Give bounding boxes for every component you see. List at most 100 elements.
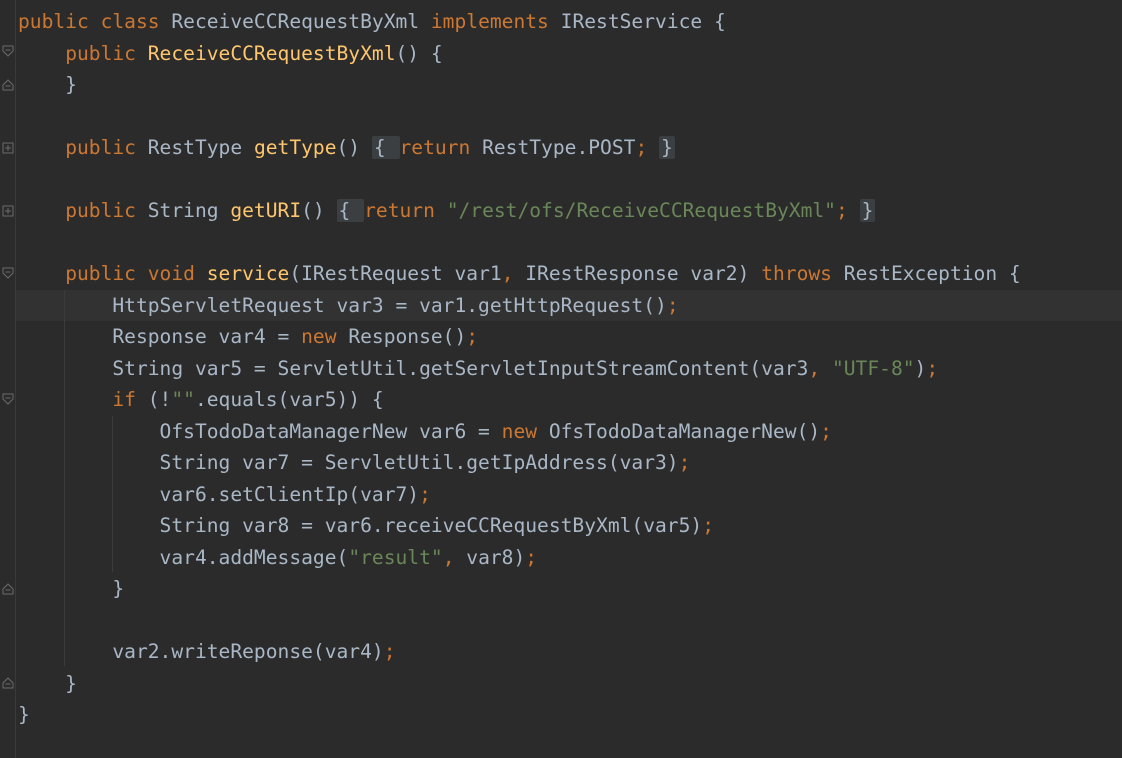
- code-token: }: [18, 703, 30, 726]
- code-token: public: [65, 262, 148, 285]
- code-token: "/rest/ofs/ReceiveCCRequestByXml": [446, 199, 836, 222]
- code-line[interactable]: String var7 = ServletUtil.getIpAddress(v…: [18, 447, 691, 478]
- folded-region-marker: {: [336, 199, 365, 222]
- code-token: getType: [253, 136, 337, 159]
- code-token: () {: [395, 41, 443, 65]
- code-line[interactable]: String var8 = var6.receiveCCRequestByXml…: [18, 510, 714, 541]
- code-token: }: [18, 671, 77, 695]
- code-token: IRestResponse var2): [525, 262, 762, 285]
- code-token: Response var4 =: [18, 325, 302, 348]
- fold-close-icon[interactable]: [2, 78, 14, 91]
- code-token: RestType: [147, 136, 254, 159]
- code-token: class: [100, 10, 172, 33]
- code-line[interactable]: public void service(IRestRequest var1, I…: [18, 258, 1021, 289]
- fold-open-icon[interactable]: [2, 393, 14, 406]
- fold-close-icon[interactable]: [2, 582, 14, 595]
- code-line[interactable]: if (!"".equals(var5)) {: [18, 384, 384, 415]
- code-line[interactable]: var2.writeReponse(var4);: [18, 636, 396, 667]
- code-token: ;: [666, 293, 679, 317]
- code-line[interactable]: String var5 = ServletUtil.getServletInpu…: [18, 353, 938, 384]
- editor-gutter: [0, 0, 16, 758]
- code-token: public: [65, 136, 148, 159]
- code-token: Response(): [348, 325, 467, 348]
- code-token: implements: [430, 10, 561, 33]
- code-token: return: [364, 199, 447, 222]
- code-token: ;: [820, 419, 832, 443]
- code-token: ,: [442, 545, 467, 569]
- code-token: OfsTodoDataManagerNew(): [548, 419, 821, 443]
- code-token: String var8 = var6.receiveCCRequestByXml…: [18, 514, 703, 537]
- code-token: ;: [466, 325, 479, 348]
- code-token: (IRestRequest var1: [289, 262, 502, 285]
- code-line[interactable]: Response var4 = new Response();: [18, 321, 478, 352]
- code-token: ,: [808, 356, 832, 380]
- code-token: throws: [761, 262, 844, 285]
- folded-region-marker: {: [371, 136, 400, 159]
- code-token: ;: [702, 514, 714, 537]
- code-token: HttpServletRequest var3 = var1.getHttpRe…: [18, 293, 667, 317]
- fold-expand-icon[interactable]: [2, 205, 14, 218]
- fold-open-icon[interactable]: [2, 45, 14, 58]
- code-token: "UTF-8": [831, 356, 915, 380]
- gutter-divider: [15, 0, 16, 758]
- code-token: ;: [926, 356, 939, 380]
- code-line[interactable]: }: [18, 69, 77, 100]
- code-token: new: [501, 419, 549, 443]
- code-token: "result": [348, 545, 443, 569]
- code-token: var6.setClientIp(var7): [18, 482, 420, 506]
- code-line[interactable]: public class ReceiveCCRequestByXml imple…: [18, 6, 726, 37]
- code-token: "": [171, 388, 195, 411]
- code-token: RestType.POST: [482, 136, 636, 159]
- code-token: service: [206, 262, 290, 285]
- code-line[interactable]: public RestType getType() { return RestT…: [18, 132, 675, 163]
- code-token: String var5 = ServletUtil.getServletInpu…: [18, 356, 809, 380]
- code-token: var4.addMessage(: [18, 545, 349, 569]
- code-token: if: [112, 388, 148, 411]
- code-line[interactable]: }: [18, 668, 77, 699]
- code-token: (): [301, 199, 337, 222]
- code-editor[interactable]: public class ReceiveCCRequestByXml imple…: [0, 0, 1122, 758]
- code-line[interactable]: var6.setClientIp(var7);: [18, 479, 431, 510]
- code-token: var8): [466, 545, 526, 569]
- code-token: OfsTodoDataManagerNew var6 =: [18, 419, 502, 443]
- code-token: ;: [383, 640, 396, 663]
- code-token: ;: [419, 482, 431, 506]
- code-token: (!: [147, 388, 172, 411]
- code-line[interactable]: OfsTodoDataManagerNew var6 = new OfsTodo…: [18, 416, 832, 447]
- code-token: ;: [635, 136, 660, 159]
- code-token: return: [399, 136, 483, 159]
- code-token: ,: [501, 262, 526, 285]
- code-line[interactable]: var4.addMessage("result", var8);: [18, 542, 538, 573]
- code-token: ): [914, 356, 927, 380]
- code-line[interactable]: HttpServletRequest var3 = var1.getHttpRe…: [18, 290, 679, 321]
- fold-close-icon[interactable]: [2, 676, 14, 689]
- code-token: public: [18, 10, 101, 33]
- code-token: RestException {: [843, 262, 1021, 285]
- code-line[interactable]: public String getURI() { return "/rest/o…: [18, 195, 876, 226]
- fold-open-icon[interactable]: [2, 267, 14, 280]
- code-token: void: [147, 262, 207, 285]
- code-token: new: [301, 325, 349, 348]
- folded-region-marker: }: [859, 199, 876, 222]
- folded-region-marker: }: [659, 136, 675, 159]
- code-token: ;: [525, 545, 538, 569]
- fold-expand-icon[interactable]: [2, 142, 14, 155]
- code-token: String var7 = ServletUtil.getIpAddress(v…: [18, 451, 679, 474]
- code-token: ReceiveCCRequestByXml: [171, 10, 431, 33]
- code-token: }: [18, 577, 125, 600]
- code-line[interactable]: }: [18, 699, 30, 730]
- code-token: public: [65, 199, 148, 222]
- code-line[interactable]: }: [18, 573, 124, 604]
- code-line[interactable]: public ReceiveCCRequestByXml() {: [18, 38, 443, 69]
- code-token: ;: [678, 451, 691, 474]
- code-token: IRestService {: [560, 10, 726, 33]
- code-token: (): [336, 136, 372, 159]
- code-token: ;: [835, 199, 860, 222]
- code-token: public: [65, 41, 148, 65]
- code-token: var2.writeReponse(var4): [18, 640, 384, 663]
- code-token: .equals(var5)) {: [194, 388, 384, 411]
- code-token: getURI: [230, 199, 302, 222]
